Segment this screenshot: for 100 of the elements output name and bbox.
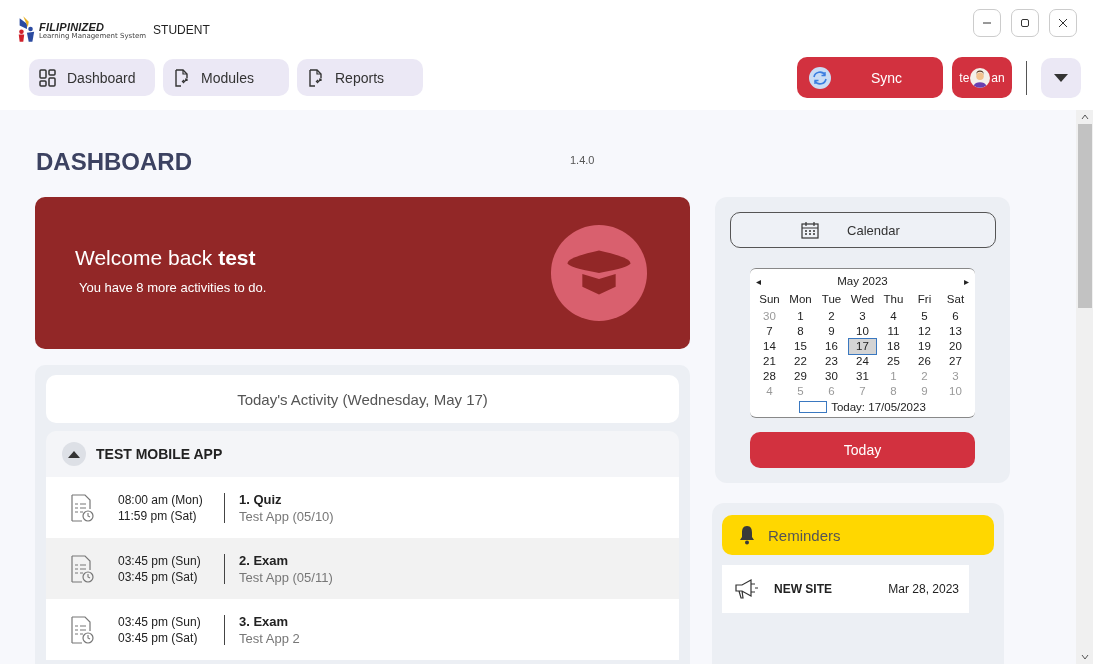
calendar-button[interactable]: Calendar xyxy=(729,212,996,248)
today-button[interactable]: Today xyxy=(750,432,975,468)
calendar-day[interactable]: 9 xyxy=(818,324,845,339)
close-icon xyxy=(1058,18,1068,28)
menu-button[interactable] xyxy=(1041,57,1081,98)
brand-name: FILIPINIZED xyxy=(39,20,106,33)
scrollbar[interactable] xyxy=(1076,110,1093,664)
calendar-day[interactable]: 29 xyxy=(787,369,814,384)
weekday-label: Mon xyxy=(788,293,813,307)
calendar-day[interactable]: 18 xyxy=(880,339,907,354)
calendar-day[interactable]: 22 xyxy=(787,354,814,369)
activity-course: Test App 2 xyxy=(239,630,300,646)
user-button[interactable]: te an xyxy=(952,57,1012,98)
task-list-icon xyxy=(70,492,96,523)
activity-title: 1. Quiz xyxy=(239,491,283,507)
scrollbar-thumb[interactable] xyxy=(1077,124,1092,308)
weekday-label: Wed xyxy=(849,293,876,307)
month-label: May 2023 xyxy=(837,275,888,287)
calendar-day[interactable]: 17 xyxy=(849,339,876,354)
calendar-day[interactable]: 7 xyxy=(756,324,783,339)
calendar-day[interactable]: 24 xyxy=(849,354,876,369)
today-label[interactable]: Today: 17/05/2023 xyxy=(831,401,926,413)
scroll-up-icon[interactable] xyxy=(1080,114,1089,120)
document-link-icon xyxy=(173,68,191,87)
nav-tab[interactable]: Modules xyxy=(163,59,289,96)
start-time: 03:45 pm (Sun) xyxy=(118,553,202,568)
welcome-message: You have 8 more activities to do. xyxy=(79,279,267,295)
calendar-day[interactable]: 26 xyxy=(911,354,938,369)
nav-tab[interactable]: Dashboard xyxy=(29,59,155,96)
calendar-day[interactable]: 10 xyxy=(849,324,876,339)
calendar-icon xyxy=(801,221,820,239)
reminder-date: Mar 28, 2023 xyxy=(888,582,959,596)
welcome-heading: Welcome back test xyxy=(75,245,257,270)
nav-tab[interactable]: Reports xyxy=(297,59,423,96)
calendar-day[interactable]: 28 xyxy=(756,369,783,384)
activity-row[interactable]: 03:45 pm (Sun) 03:45 pm (Sat) 2. Exam Test App (05/11) xyxy=(46,538,679,599)
graduation-cap-icon xyxy=(550,224,648,322)
activity-row[interactable]: 08:00 am (Mon) 11:59 pm (Sat) 1. Quiz Test App (05/10) xyxy=(46,477,679,538)
sync-icon xyxy=(809,66,831,89)
logo-icon xyxy=(16,16,36,44)
activity-title: 2. Exam xyxy=(239,552,290,568)
calendar-day[interactable]: 31 xyxy=(849,369,876,384)
task-list-icon xyxy=(70,614,96,645)
calendar-day[interactable]: 27 xyxy=(942,354,969,369)
avatar-icon xyxy=(970,67,991,88)
calendar-day[interactable]: 30 xyxy=(818,369,845,384)
calendar-day[interactable]: 11 xyxy=(880,324,907,339)
reminder-item[interactable]: NEW SITE Mar 28, 2023 xyxy=(722,565,969,613)
group-name: TEST MOBILE APP xyxy=(96,446,223,462)
next-month-button[interactable]: ▸ xyxy=(962,275,971,287)
activity-course: Test App (05/10) xyxy=(239,508,334,524)
maximize-button[interactable] xyxy=(1011,9,1039,37)
sync-button[interactable]: Sync xyxy=(797,57,943,98)
calendar-day[interactable]: 15 xyxy=(787,339,814,354)
activity-title: 3. Exam xyxy=(239,613,290,629)
calendar-day[interactable]: 23 xyxy=(818,354,845,369)
end-time: 11:59 pm (Sat) xyxy=(118,508,198,523)
calendar-day[interactable]: 20 xyxy=(942,339,969,354)
calendar-day[interactable]: 2 xyxy=(818,309,845,324)
calendar-day[interactable]: 12 xyxy=(911,324,938,339)
activity-row[interactable]: 03:45 pm (Sun) 03:45 pm (Sat) 3. Exam Test App 2 xyxy=(46,599,679,660)
product-name: STUDENT xyxy=(153,23,210,37)
previous-month-button[interactable]: ◂ xyxy=(754,275,763,287)
document-link-icon xyxy=(307,68,325,87)
collapse-button[interactable] xyxy=(62,442,86,466)
reminders-title: Reminders xyxy=(768,526,841,544)
calendar-day[interactable]: 8 xyxy=(787,324,814,339)
today-marker xyxy=(799,401,828,413)
weekday-label: Tue xyxy=(820,293,843,307)
calendar-day[interactable]: 6 xyxy=(942,309,969,324)
start-time: 08:00 am (Mon) xyxy=(118,492,204,507)
maximize-icon xyxy=(1020,18,1030,28)
weekday-label: Fri xyxy=(916,293,933,307)
calendar-day[interactable]: 19 xyxy=(911,339,938,354)
caret-icon xyxy=(1053,72,1069,83)
start-time: 03:45 pm (Sun) xyxy=(118,614,202,629)
version-label: 1.4.0 xyxy=(570,154,595,166)
weekday-label: Sun xyxy=(758,293,781,307)
activity-heading: Today's Activity (Wednesday, May 17) xyxy=(46,375,679,423)
calendar-day[interactable]: 1 xyxy=(787,309,814,324)
weekday-label: Thu xyxy=(882,293,905,307)
end-time: 03:45 pm (Sat) xyxy=(118,630,199,645)
weekday-label: Sat xyxy=(945,293,966,307)
scroll-down-icon[interactable] xyxy=(1080,654,1089,660)
calendar-day[interactable]: 14 xyxy=(756,339,783,354)
task-list-icon xyxy=(70,553,96,584)
calendar-day[interactable]: 3 xyxy=(849,309,876,324)
calendar-day[interactable]: 21 xyxy=(756,354,783,369)
megaphone-icon xyxy=(734,578,760,600)
calendar-day[interactable]: 25 xyxy=(880,354,907,369)
calendar-day[interactable]: 13 xyxy=(942,324,969,339)
caret-icon xyxy=(68,450,80,458)
grid-icon xyxy=(39,68,57,87)
calendar-day[interactable]: 4 xyxy=(880,309,907,324)
end-time: 03:45 pm (Sat) xyxy=(118,569,199,584)
bell-icon xyxy=(738,525,756,545)
page-title: DASHBOARD xyxy=(36,148,193,176)
calendar-day[interactable]: 16 xyxy=(818,339,845,354)
calendar-day[interactable]: 5 xyxy=(911,309,938,324)
reminder-title: NEW SITE xyxy=(774,582,833,596)
